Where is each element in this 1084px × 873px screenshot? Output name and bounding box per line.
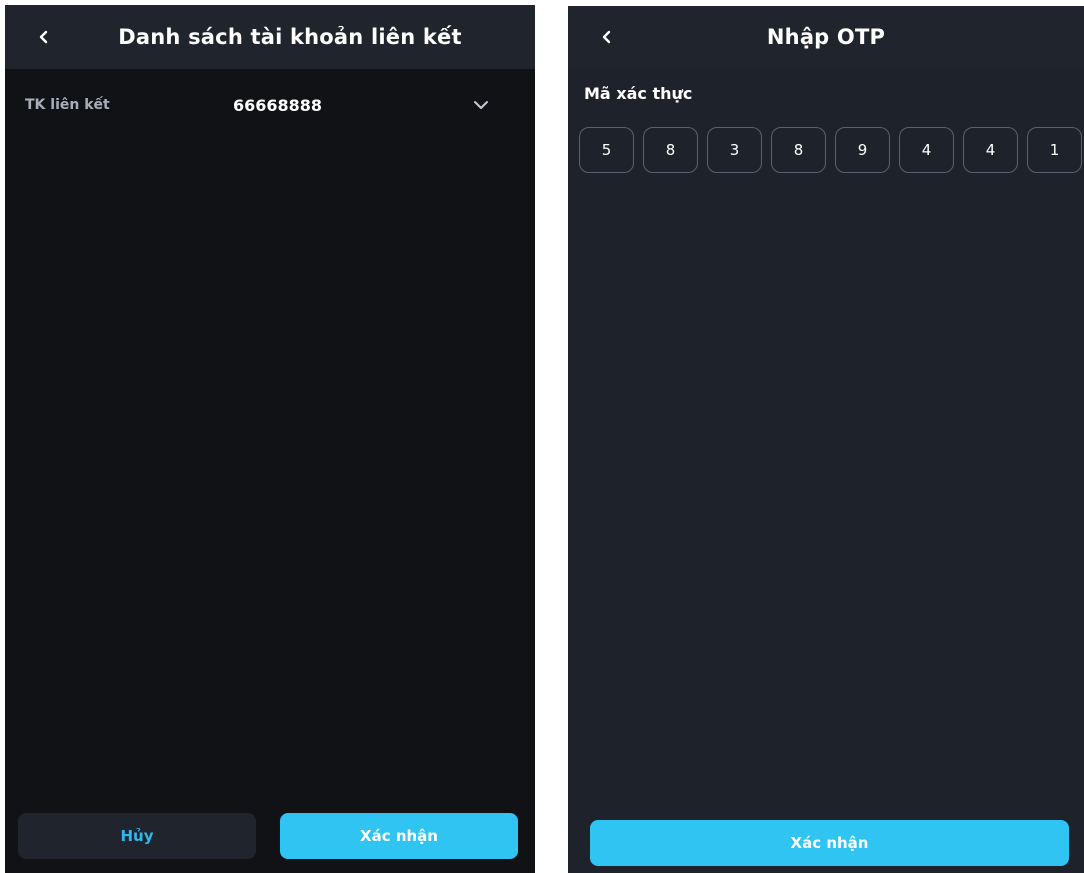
- otp-digit-box[interactable]: 1: [1027, 127, 1082, 173]
- page-title: Nhập OTP: [766, 25, 886, 49]
- otp-digit-box[interactable]: 3: [707, 127, 762, 173]
- linked-accounts-header: Danh sách tài khoản liên kết: [5, 5, 535, 69]
- otp-digit-box[interactable]: 5: [579, 127, 634, 173]
- otp-label: Mã xác thực: [584, 84, 693, 103]
- otp-digit-box[interactable]: 8: [771, 127, 826, 173]
- otp-digit-box[interactable]: 8: [643, 127, 698, 173]
- cancel-button[interactable]: Hủy: [18, 813, 256, 859]
- linked-accounts-screen: Danh sách tài khoản liên kết TK liên kết…: [5, 5, 535, 873]
- linked-account-value: 66668888: [233, 95, 323, 115]
- otp-digit-box[interactable]: 4: [899, 127, 954, 173]
- back-icon[interactable]: [35, 28, 53, 46]
- chevron-down-icon[interactable]: [471, 98, 491, 112]
- otp-header: Nhập OTP: [568, 6, 1084, 68]
- otp-digit-box[interactable]: 9: [835, 127, 890, 173]
- confirm-button[interactable]: Xác nhận: [280, 813, 518, 859]
- otp-input-group: 5 8 3 8 9 4 4 1: [579, 127, 1082, 173]
- confirm-button[interactable]: Xác nhận: [590, 820, 1069, 866]
- page-title: Danh sách tài khoản liên kết: [118, 25, 462, 49]
- otp-digit-box[interactable]: 4: [963, 127, 1018, 173]
- linked-account-label: TK liên kết: [25, 97, 110, 113]
- linked-account-select[interactable]: TK liên kết 66668888: [5, 85, 535, 125]
- back-icon[interactable]: [598, 28, 616, 46]
- otp-screen: Nhập OTP Mã xác thực 5 8 3 8 9 4 4 1 Xác…: [568, 6, 1084, 873]
